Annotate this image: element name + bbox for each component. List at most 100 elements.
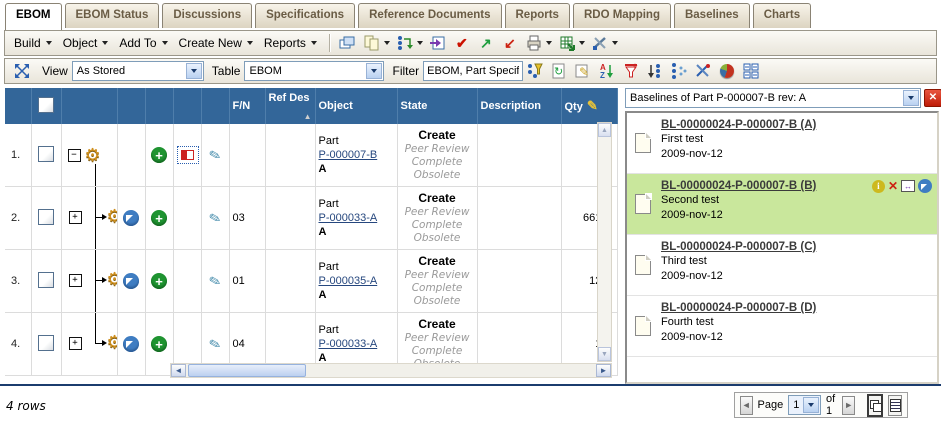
tab-specifications[interactable]: Specifications <box>255 3 355 28</box>
edit-pen-icon[interactable]: ✎ <box>208 335 223 352</box>
tab-reference-documents[interactable]: Reference Documents <box>358 3 501 28</box>
refresh-icon[interactable]: ↻ <box>549 62 569 80</box>
scroll-left-icon[interactable]: ◄ <box>171 364 186 377</box>
sort-az-icon[interactable]: AZ <box>597 62 617 80</box>
horizontal-scrollbar[interactable]: ◄ ► <box>170 363 612 378</box>
chevron-down-icon[interactable] <box>384 41 390 45</box>
chart-icon[interactable] <box>717 62 737 80</box>
tab-baselines[interactable]: Baselines <box>674 3 750 28</box>
baseline-link[interactable]: BL-00000024-P-000007-B (B) <box>661 179 816 193</box>
baseline-link[interactable]: BL-00000024-P-000007-B (A) <box>661 118 816 132</box>
multi-window-icon[interactable] <box>338 34 358 52</box>
header-description[interactable]: Description <box>477 88 561 124</box>
approve-check-icon[interactable]: ✔ <box>452 34 472 52</box>
close-panel-button[interactable]: ✕ <box>924 89 941 107</box>
tab-charts[interactable]: Charts <box>753 3 811 28</box>
vertical-scrollbar[interactable]: ▲ ▼ <box>597 122 612 362</box>
chevron-down-icon[interactable] <box>579 41 585 45</box>
table-select[interactable]: EBOM <box>244 61 384 81</box>
clear-filter-icon[interactable] <box>621 62 641 80</box>
chevron-down-icon[interactable] <box>546 41 552 45</box>
list-view-button[interactable] <box>888 395 902 416</box>
select-all-checkbox[interactable] <box>38 97 54 113</box>
page-select[interactable]: 1 <box>788 395 821 415</box>
cascade-view-button[interactable] <box>867 394 883 417</box>
copy-icon[interactable] <box>362 34 382 52</box>
tab-ebom[interactable]: EBOM <box>5 3 62 30</box>
chevron-down-icon[interactable] <box>417 41 423 45</box>
tab-discussions[interactable]: Discussions <box>162 3 252 28</box>
goto-icon[interactable] <box>918 179 932 193</box>
header-fn[interactable]: F/N <box>229 88 265 124</box>
add-icon[interactable]: + <box>151 147 167 163</box>
goto-part-icon[interactable] <box>123 336 139 352</box>
list-item[interactable]: BL-00000024-P-000007-B (D) Fourth test 2… <box>627 296 937 357</box>
row-checkbox[interactable] <box>38 335 54 351</box>
tools-icon[interactable] <box>590 34 610 52</box>
add-icon[interactable]: + <box>151 336 167 352</box>
delete-icon[interactable]: ✕ <box>888 180 898 193</box>
tree-order-icon[interactable] <box>669 62 689 80</box>
paste-structure-icon[interactable] <box>395 34 415 52</box>
baseline-link[interactable]: BL-00000024-P-000007-B (C) <box>661 240 816 254</box>
tab-ebom-status[interactable]: EBOM Status <box>65 3 160 28</box>
scroll-up-icon[interactable]: ▲ <box>598 123 611 137</box>
part-link[interactable]: P-000007-B <box>319 149 378 161</box>
part-link[interactable]: P-000035-A <box>319 275 378 287</box>
edit-pen-icon[interactable]: ✎ <box>208 209 223 226</box>
row-checkbox[interactable] <box>38 146 54 162</box>
info-icon[interactable]: i <box>872 180 885 193</box>
insert-window-icon[interactable] <box>428 34 448 52</box>
column-settings-icon[interactable] <box>741 62 761 80</box>
compare-icon[interactable] <box>693 62 713 80</box>
header-object[interactable]: Object <box>315 88 397 124</box>
list-item-selected[interactable]: BL-00000024-P-000007-B (B) i ✕ ↔ Second … <box>627 174 937 235</box>
expand-toggle-icon[interactable]: + <box>69 274 82 287</box>
scroll-down-icon[interactable]: ▼ <box>598 347 611 361</box>
expand-toggle-icon[interactable]: + <box>69 211 82 224</box>
promote-arrow-icon[interactable]: ↗ <box>476 34 496 52</box>
filter-input[interactable] <box>423 61 523 81</box>
header-state[interactable]: State <box>397 88 477 124</box>
collapse-toggle-icon[interactable]: − <box>68 149 81 162</box>
row-checkbox[interactable] <box>38 272 54 288</box>
next-page-button[interactable]: ► <box>842 396 855 415</box>
scroll-right-icon[interactable]: ► <box>596 364 611 377</box>
menu-build[interactable]: Build <box>10 34 59 52</box>
menu-object[interactable]: Object <box>59 34 116 52</box>
expand-all-icon[interactable] <box>12 62 32 80</box>
menu-create-new[interactable]: Create New <box>175 34 260 52</box>
part-link[interactable]: P-000033-A <box>319 338 378 350</box>
add-icon[interactable]: + <box>151 210 167 226</box>
export-table-icon[interactable] <box>557 34 577 52</box>
edit-pen-icon[interactable]: ✎ <box>208 146 223 163</box>
scrollbar-thumb[interactable] <box>188 364 306 377</box>
replace-window-icon[interactable]: ↔ <box>901 180 915 192</box>
goto-part-icon[interactable] <box>123 273 139 289</box>
demote-arrow-icon[interactable]: ↙ <box>500 34 520 52</box>
header-select-all[interactable] <box>31 88 61 124</box>
menu-reports[interactable]: Reports <box>260 34 324 52</box>
list-item[interactable]: BL-00000024-P-000007-B (A) First test 20… <box>627 113 937 174</box>
list-item[interactable]: BL-00000024-P-000007-B (C) Third test 20… <box>627 235 937 296</box>
print-icon[interactable] <box>524 34 544 52</box>
filter-structure-icon[interactable] <box>525 62 545 80</box>
edit-pen-icon[interactable]: ✎ <box>208 272 223 289</box>
header-ref-des[interactable]: Ref Des▲ <box>265 88 315 124</box>
chevron-down-icon[interactable] <box>612 41 618 45</box>
add-icon[interactable]: + <box>151 273 167 289</box>
edit-column-icon[interactable]: ✎ <box>587 98 598 114</box>
menu-add-to[interactable]: Add To <box>115 34 174 52</box>
sort-descending-icon[interactable] <box>645 62 665 80</box>
active-context-icon[interactable] <box>177 146 199 164</box>
edit-table-icon[interactable]: ✎ <box>573 62 593 80</box>
header-qty[interactable]: Qty✎ <box>561 88 617 124</box>
expand-toggle-icon[interactable]: + <box>69 337 82 350</box>
tab-rdo-mapping[interactable]: RDO Mapping <box>573 3 671 28</box>
prev-page-button[interactable]: ◄ <box>740 396 753 415</box>
view-select[interactable]: As Stored <box>72 61 204 81</box>
baseline-link[interactable]: BL-00000024-P-000007-B (D) <box>661 301 816 315</box>
baselines-select[interactable]: Baselines of Part P-000007-B rev: A <box>625 88 921 108</box>
row-checkbox[interactable] <box>38 209 54 225</box>
part-link[interactable]: P-000033-A <box>319 212 378 224</box>
